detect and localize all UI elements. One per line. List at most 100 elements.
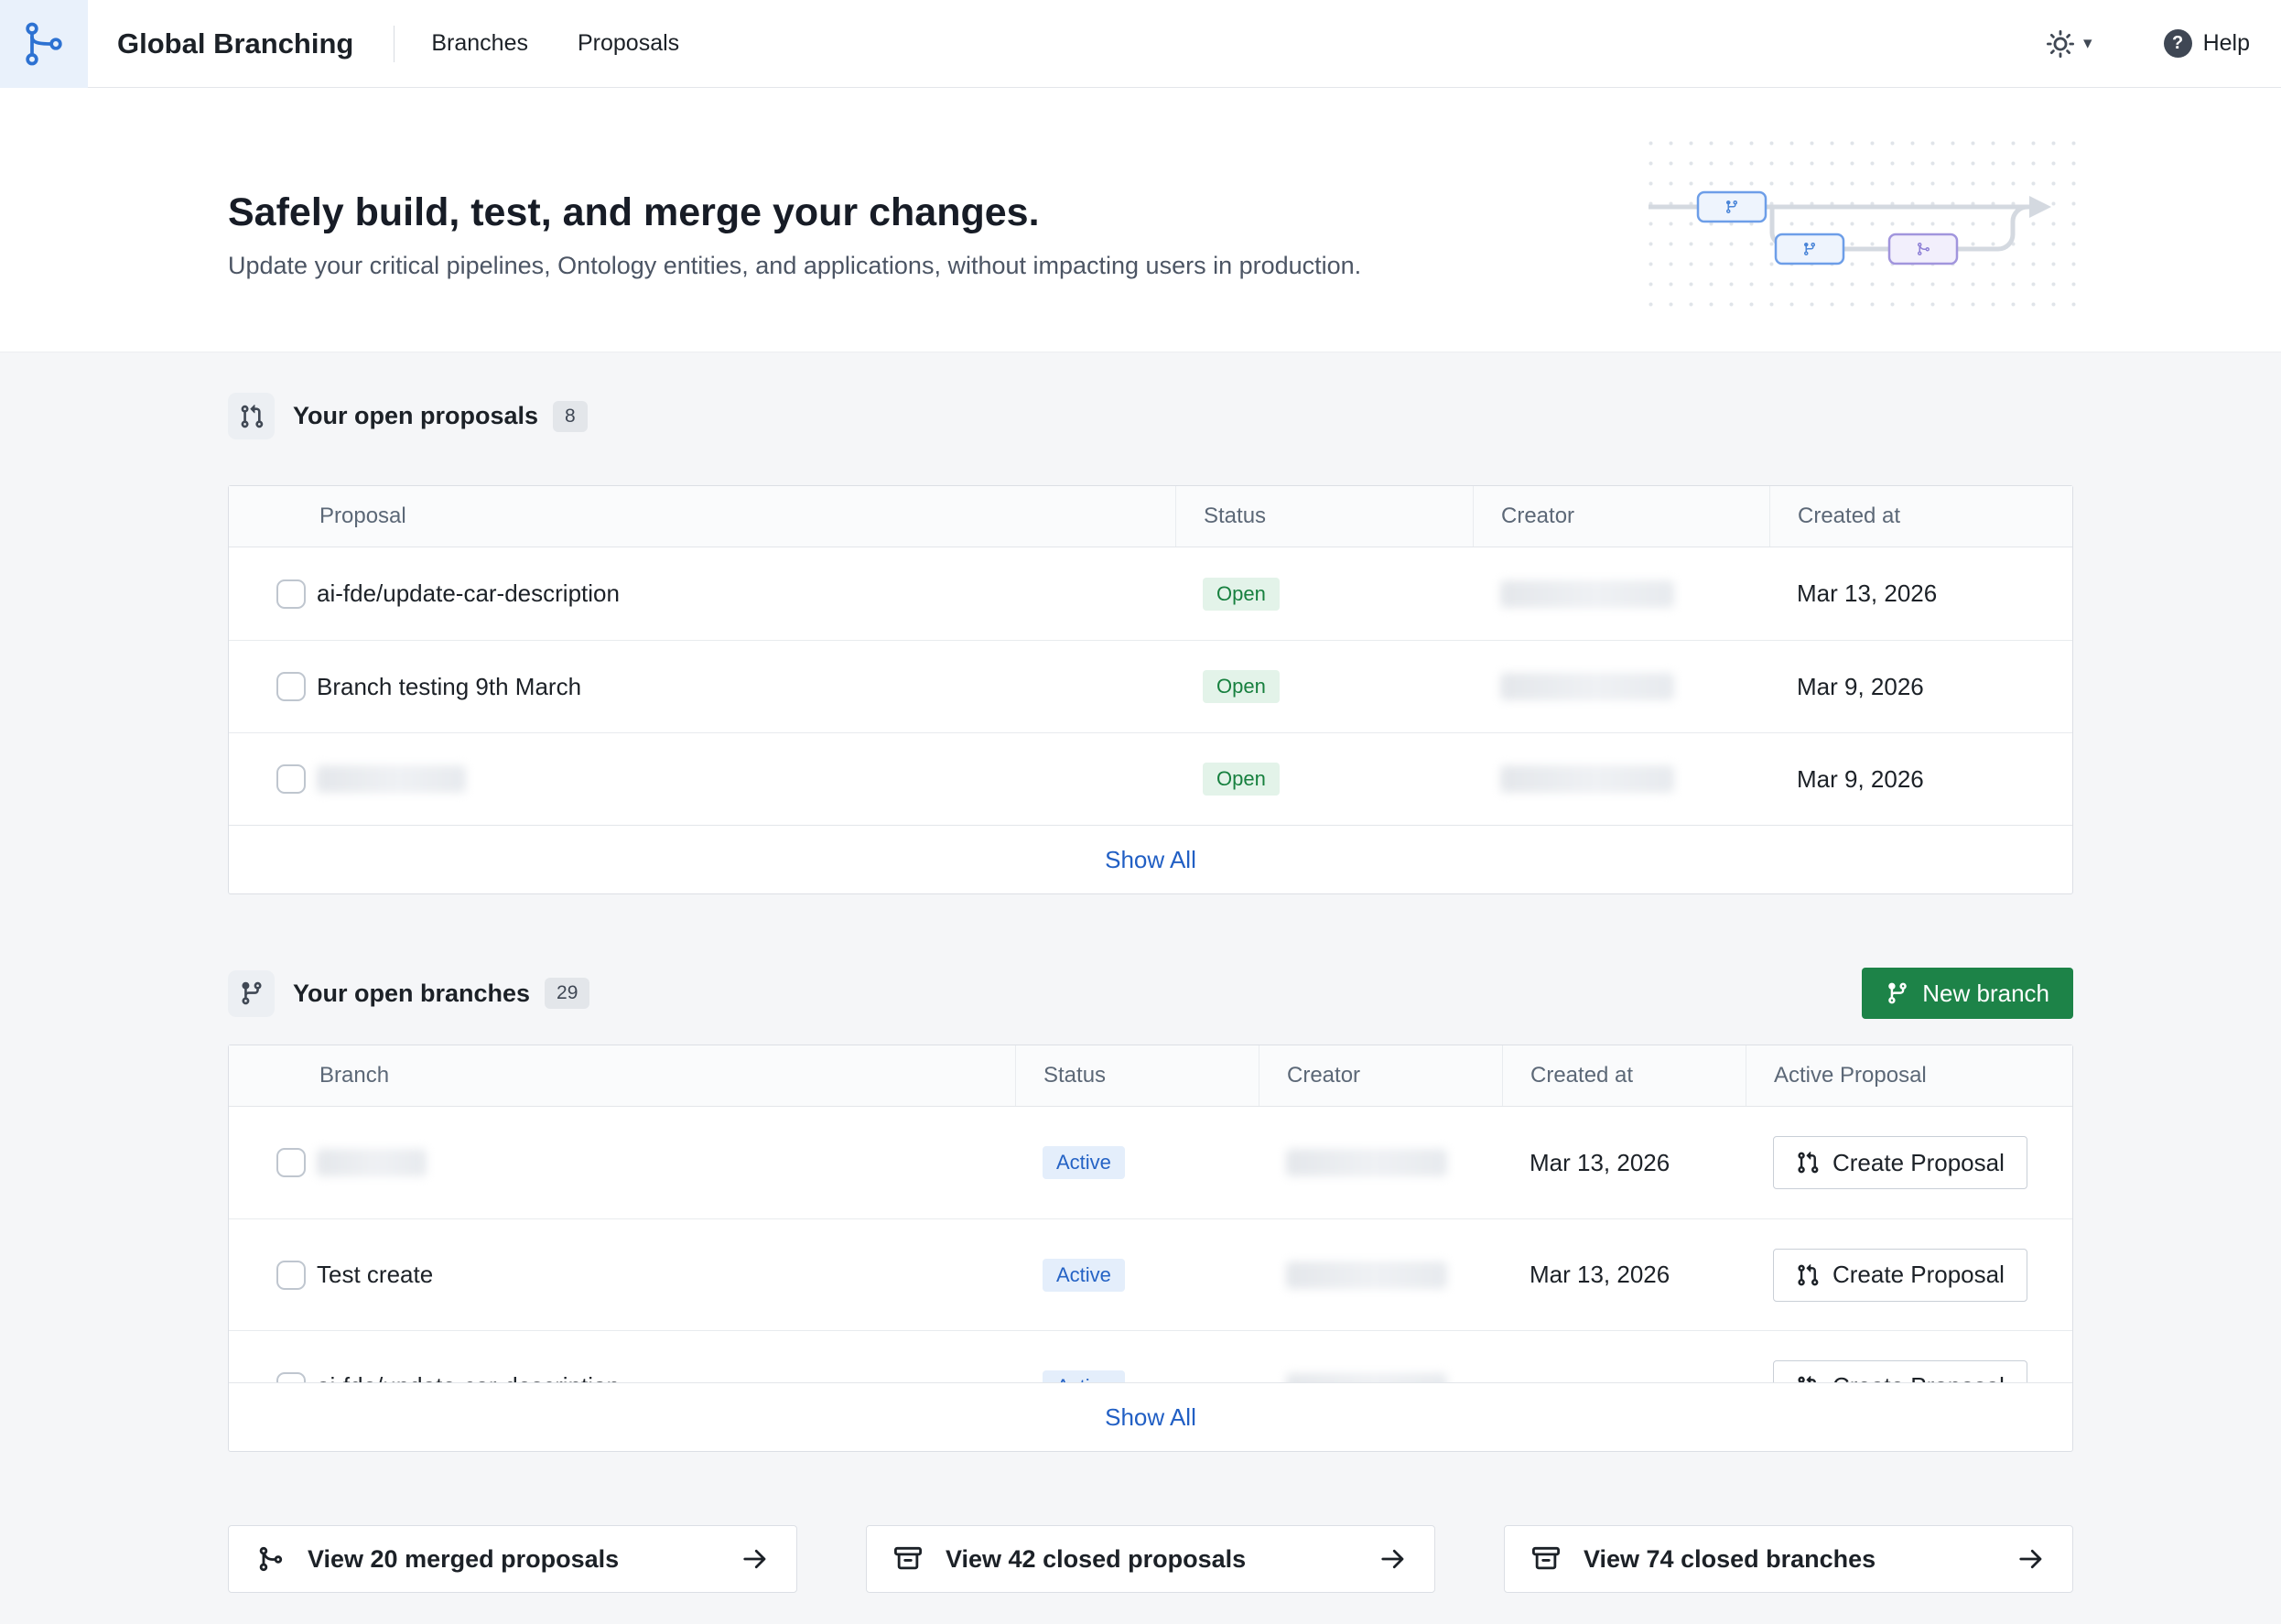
branch-name: Test create: [317, 1261, 433, 1289]
arrow-right-icon: [2017, 1545, 2045, 1573]
status-badge: Open: [1203, 578, 1280, 611]
status-badge: Open: [1203, 670, 1280, 703]
table-row[interactable]: Branch testing 9th March Open Mar 9, 202…: [229, 640, 2072, 732]
proposals-table-body: ai-fde/update-car-description Open Mar 1…: [229, 547, 2072, 825]
column-header-active-proposal: Active Proposal: [1746, 1045, 2072, 1106]
creator-redacted: [1500, 673, 1674, 700]
column-header-proposal: Proposal: [229, 486, 1175, 547]
branches-section-header: Your open branches 29 New branch: [228, 968, 2073, 1019]
card-label: View 74 closed branches: [1584, 1545, 1876, 1574]
proposal-name: ai-fde/update-car-description: [317, 579, 620, 608]
help-icon: ?: [2164, 29, 2192, 58]
branching-logo-icon: [20, 20, 68, 68]
arrow-right-icon: [1379, 1545, 1407, 1573]
proposal-name: Branch testing 9th March: [317, 673, 581, 701]
column-header-created-at: Created at: [1769, 486, 2072, 547]
new-branch-button[interactable]: New branch: [1862, 968, 2073, 1019]
create-proposal-button[interactable]: Create Proposal: [1773, 1360, 2027, 1383]
branches-show-all-row: Show All: [229, 1382, 2072, 1451]
status-badge: Active: [1043, 1370, 1125, 1383]
row-checkbox[interactable]: [276, 1261, 306, 1290]
created-at-value: Mar 13, 2026: [1502, 1261, 1746, 1289]
main-content: Your open proposals 8 Proposal Status Cr…: [228, 393, 2073, 1593]
git-branch-icon: [1886, 981, 1909, 1005]
creator-redacted: [1500, 580, 1674, 608]
top-navbar: Global Branching Branches Proposals ▾ ? …: [0, 0, 2281, 88]
table-row[interactable]: ai-fde/update-car-description Active Cre…: [229, 1330, 2072, 1382]
help-button[interactable]: ? Help: [2164, 29, 2250, 58]
hero-section: Safely build, test, and merge your chang…: [0, 88, 2281, 352]
creator-redacted: [1500, 765, 1674, 793]
proposals-table: Proposal Status Creator Created at ai-fd…: [228, 485, 2073, 894]
status-badge: Open: [1203, 763, 1280, 796]
status-badge: Active: [1043, 1259, 1125, 1292]
proposals-show-all-row: Show All: [229, 825, 2072, 893]
created-at-value: Mar 13, 2026: [1769, 579, 2072, 608]
created-at-value: Mar 13, 2026: [1502, 1149, 1746, 1177]
pull-request-icon: [239, 404, 265, 429]
new-branch-label: New branch: [1922, 980, 2049, 1008]
app-logo[interactable]: [0, 0, 88, 88]
creator-redacted: [1286, 1261, 1447, 1289]
arrow-right-icon: [741, 1545, 769, 1573]
nav-item-branches[interactable]: Branches: [431, 30, 528, 57]
merge-icon: [256, 1545, 284, 1573]
git-branch-icon: [239, 980, 265, 1006]
nav-item-proposals[interactable]: Proposals: [578, 30, 679, 57]
proposals-count-badge: 8: [553, 401, 588, 432]
column-header-creator: Creator: [1473, 486, 1769, 547]
branches-section-title: Your open branches: [293, 980, 530, 1008]
theme-selector[interactable]: ▾: [2047, 30, 2092, 58]
show-all-link[interactable]: Show All: [1105, 1403, 1196, 1432]
pull-request-icon: [1796, 1151, 1820, 1175]
create-proposal-label: Create Proposal: [1832, 1372, 2005, 1382]
table-row[interactable]: ai-fde/update-car-description Open Mar 1…: [229, 547, 2072, 640]
create-proposal-label: Create Proposal: [1832, 1149, 2005, 1177]
proposals-table-header: Proposal Status Creator Created at: [229, 486, 2072, 547]
branches-count-badge: 29: [545, 978, 589, 1009]
row-checkbox[interactable]: [276, 579, 306, 609]
archive-icon: [894, 1545, 922, 1573]
card-label: View 20 merged proposals: [308, 1545, 619, 1574]
status-badge: Active: [1043, 1146, 1125, 1179]
branching-illustration: [1649, 141, 2079, 310]
branch-name-redacted: [317, 1149, 427, 1176]
view-closed-branches-card[interactable]: View 74 closed branches: [1504, 1525, 2073, 1593]
created-at-value: Mar 9, 2026: [1769, 765, 2072, 794]
branches-table-header: Branch Status Creator Created at Active …: [229, 1045, 2072, 1107]
row-checkbox[interactable]: [276, 1148, 306, 1177]
view-closed-proposals-card[interactable]: View 42 closed proposals: [866, 1525, 1435, 1593]
row-checkbox[interactable]: [276, 672, 306, 701]
column-header-created-at: Created at: [1502, 1045, 1746, 1106]
table-row[interactable]: Open Mar 9, 2026: [229, 732, 2072, 825]
app-title: Global Branching: [117, 27, 353, 60]
create-proposal-label: Create Proposal: [1832, 1261, 2005, 1289]
proposals-section-icon-tile: [228, 393, 275, 439]
created-at-value: Mar 9, 2026: [1769, 673, 2072, 701]
proposals-section-title: Your open proposals: [293, 402, 538, 430]
create-proposal-button[interactable]: Create Proposal: [1773, 1136, 2027, 1189]
branch-chip-purple: [1889, 234, 1957, 264]
show-all-link[interactable]: Show All: [1105, 846, 1196, 874]
proposal-name-redacted: [317, 765, 466, 793]
branches-section-icon-tile: [228, 970, 275, 1017]
table-row[interactable]: Active Mar 13, 2026 Create Proposal: [229, 1107, 2072, 1218]
row-checkbox[interactable]: [276, 1372, 306, 1383]
creator-redacted: [1286, 1373, 1447, 1383]
column-header-branch: Branch: [229, 1045, 1015, 1106]
create-proposal-button[interactable]: Create Proposal: [1773, 1249, 2027, 1302]
row-checkbox[interactable]: [276, 764, 306, 794]
column-header-status: Status: [1015, 1045, 1259, 1106]
archive-icon: [1532, 1545, 1560, 1573]
view-merged-proposals-card[interactable]: View 20 merged proposals: [228, 1525, 797, 1593]
proposals-section-header: Your open proposals 8: [228, 393, 2073, 439]
footer-cards: View 20 merged proposals View 42 closed …: [228, 1525, 2073, 1593]
column-header-status: Status: [1175, 486, 1473, 547]
card-label: View 42 closed proposals: [946, 1545, 1246, 1574]
navbar-right: ▾ ? Help: [2047, 29, 2281, 58]
branches-table-body: Active Mar 13, 2026 Create Proposal Test…: [229, 1107, 2072, 1382]
nav-divider: [394, 26, 395, 62]
creator-redacted: [1286, 1149, 1447, 1176]
branch-name: ai-fde/update-car-description: [317, 1372, 620, 1382]
table-row[interactable]: Test create Active Mar 13, 2026 Create P…: [229, 1218, 2072, 1330]
